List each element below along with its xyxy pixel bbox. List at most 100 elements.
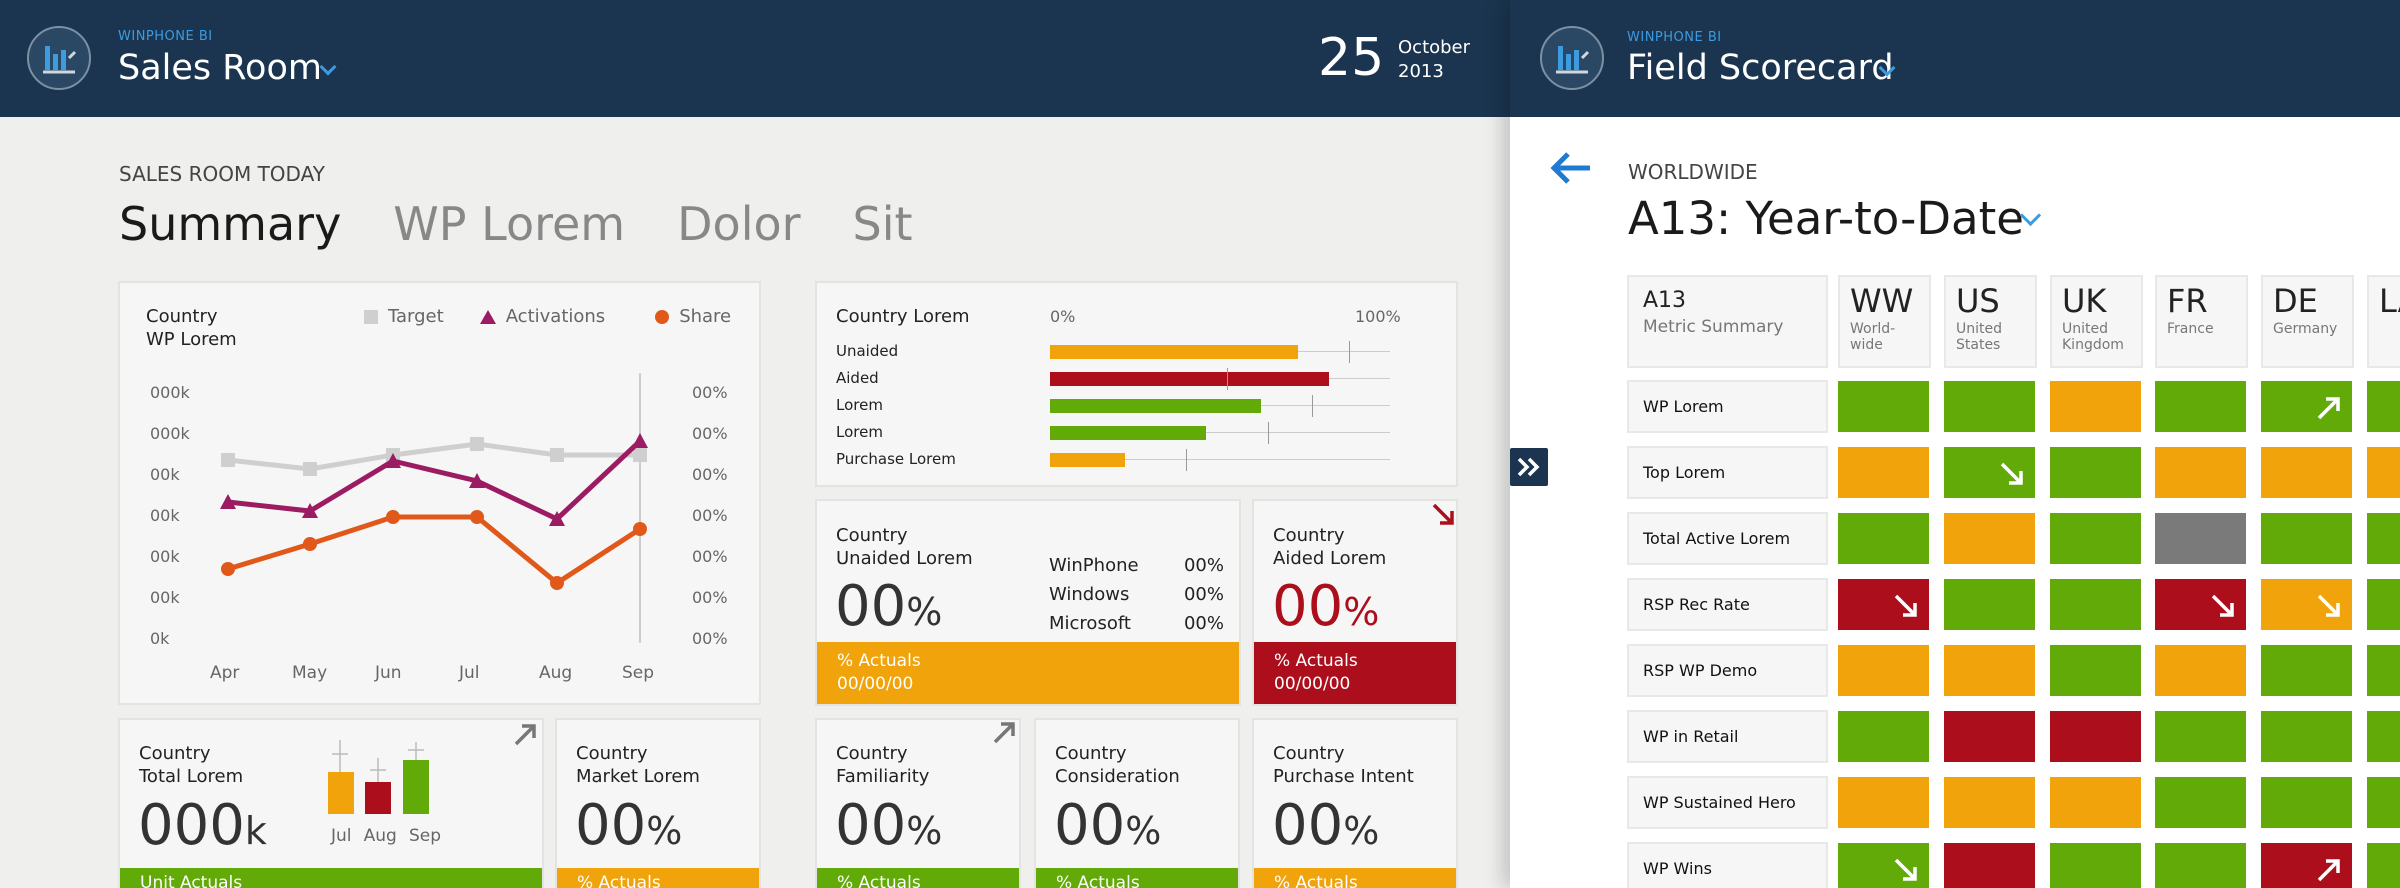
target-series-point[interactable] xyxy=(303,462,317,476)
scorecard-cell[interactable] xyxy=(1944,381,2035,432)
scorecard-row-label[interactable]: Top Lorem xyxy=(1627,446,1828,499)
scorecard-row-label[interactable]: RSP WP Demo xyxy=(1627,644,1828,697)
scorecard-cell[interactable] xyxy=(2367,579,2400,630)
scorecard-cell[interactable] xyxy=(1944,579,2035,630)
scorecard-cell[interactable] xyxy=(2261,579,2352,630)
kpi-card[interactable]: Country Consideration 00% % Actuals xyxy=(1034,718,1240,888)
kpi-card[interactable]: Country Market Lorem 00% % Actuals xyxy=(555,718,761,888)
bar-fill[interactable] xyxy=(1050,345,1298,359)
chevron-down-icon[interactable] xyxy=(319,58,337,76)
scorecard-cell[interactable] xyxy=(1838,645,1929,696)
share-series-point[interactable] xyxy=(386,510,400,524)
tab-summary[interactable]: Summary xyxy=(119,197,341,251)
scorecard-cell[interactable] xyxy=(2261,513,2352,564)
scorecard-cell[interactable] xyxy=(1838,579,1929,630)
scorecard-cell[interactable] xyxy=(1838,777,1929,828)
scorecard-cell[interactable] xyxy=(1944,513,2035,564)
activations-series-point[interactable] xyxy=(632,433,648,448)
tab-dolor[interactable]: Dolor xyxy=(677,197,800,251)
scorecard-cell[interactable] xyxy=(1838,711,1929,762)
scorecard-cell[interactable] xyxy=(2367,711,2400,762)
target-series-point[interactable] xyxy=(470,437,484,451)
scorecard-cell[interactable] xyxy=(2367,645,2400,696)
scorecard-cell[interactable] xyxy=(2050,381,2141,432)
scorecard-cell[interactable] xyxy=(1944,843,2035,888)
scorecard-cell[interactable] xyxy=(2155,711,2246,762)
scorecard-cell[interactable] xyxy=(2155,843,2246,888)
scorecard-cell[interactable] xyxy=(2261,777,2352,828)
scorecard-row-label[interactable]: WP Sustained Hero xyxy=(1627,776,1828,829)
scorecard-cell[interactable] xyxy=(2261,711,2352,762)
scorecard-cell[interactable] xyxy=(2050,711,2141,762)
country-lorem-card[interactable]: Country Lorem 0% 100% Unaided Aided Lorem L… xyxy=(815,281,1458,487)
scorecard-cell[interactable] xyxy=(1838,447,1929,498)
share-series-point[interactable] xyxy=(221,562,235,576)
scorecard-cell[interactable] xyxy=(2261,843,2352,888)
kpi-card[interactable]: Country Purchase Intent 00% % Actuals xyxy=(1252,718,1458,888)
tab-wp-lorem[interactable]: WP Lorem xyxy=(393,197,625,251)
app-title[interactable]: Field Scorecard xyxy=(1627,48,1894,88)
bar-fill[interactable] xyxy=(1050,372,1329,386)
scorecard-cell[interactable] xyxy=(2367,447,2400,498)
scorecard-cell[interactable] xyxy=(2050,579,2141,630)
share-series-point[interactable] xyxy=(550,576,564,590)
share-series-point[interactable] xyxy=(470,510,484,524)
bar-chart-logo-icon[interactable] xyxy=(27,26,91,90)
scorecard-cell[interactable] xyxy=(1838,381,1929,432)
scorecard-cell[interactable] xyxy=(1944,645,2035,696)
share-series-point[interactable] xyxy=(303,537,317,551)
scorecard-cell[interactable] xyxy=(1838,513,1929,564)
scorecard-cell[interactable] xyxy=(2261,447,2352,498)
unaided-lorem-card[interactable]: Country Unaided Lorem 00% WinPhone 00% Wi… xyxy=(815,499,1241,706)
bar-fill[interactable] xyxy=(1050,399,1261,413)
bar-chart-logo-icon[interactable] xyxy=(1540,26,1604,90)
scorecard-cell[interactable] xyxy=(1944,711,2035,762)
scorecard-row-label[interactable]: Total Active Lorem xyxy=(1627,512,1828,565)
scorecard-cell[interactable] xyxy=(2155,447,2246,498)
scorecard-row-label[interactable]: WP Wins xyxy=(1627,842,1828,888)
scorecard-cell[interactable] xyxy=(2367,777,2400,828)
line-chart-card[interactable]: Country WP Lorem Target Activations Shar… xyxy=(118,281,761,705)
scorecard-cell[interactable] xyxy=(2261,381,2352,432)
target-series-point[interactable] xyxy=(221,453,235,467)
back-arrow-icon[interactable] xyxy=(1548,148,1594,188)
expand-panel-button[interactable] xyxy=(1510,448,1548,486)
scorecard-row-label[interactable]: WP Lorem xyxy=(1627,380,1828,433)
bar-fill[interactable] xyxy=(1050,426,1206,440)
scorecard-column-ww[interactable]: WW World-wide xyxy=(1838,275,1931,368)
scorecard-column-la[interactable]: LA xyxy=(2367,275,2400,368)
scorecard-cell[interactable] xyxy=(2367,381,2400,432)
scorecard-column-fr[interactable]: FR France xyxy=(2155,275,2248,368)
scorecard-cell[interactable] xyxy=(2050,843,2141,888)
aided-lorem-card[interactable]: Country Aided Lorem 00% % Actuals 00/00/… xyxy=(1252,499,1458,706)
scorecard-cell[interactable] xyxy=(2155,381,2246,432)
scorecard-cell[interactable] xyxy=(2050,447,2141,498)
scorecard-cell[interactable] xyxy=(2050,645,2141,696)
bar-fill[interactable] xyxy=(1050,453,1125,467)
scorecard-cell[interactable] xyxy=(2050,777,2141,828)
scorecard-column-us[interactable]: US United States xyxy=(1944,275,2037,368)
scorecard-cell[interactable] xyxy=(2155,579,2246,630)
share-series-point[interactable] xyxy=(633,522,647,536)
scorecard-cell[interactable] xyxy=(2261,645,2352,696)
scorecard-cell[interactable] xyxy=(1944,777,2035,828)
total-title-2: Total Lorem xyxy=(139,766,244,787)
scorecard-row-label[interactable]: RSP Rec Rate xyxy=(1627,578,1828,631)
scorecard-column-de[interactable]: DE Germany xyxy=(2261,275,2354,368)
scorecard-cell[interactable] xyxy=(2155,777,2246,828)
scorecard-cell[interactable] xyxy=(2155,645,2246,696)
scorecard-cell[interactable] xyxy=(2050,513,2141,564)
scorecard-cell[interactable] xyxy=(1944,447,2035,498)
scorecard-cell[interactable] xyxy=(2367,513,2400,564)
scorecard-cell[interactable] xyxy=(2155,513,2246,564)
target-series-point[interactable] xyxy=(550,448,564,462)
period-title[interactable]: A13: Year-to-Date xyxy=(1628,192,2024,245)
tab-sit[interactable]: Sit xyxy=(853,197,913,251)
total-lorem-card[interactable]: Country Total Lorem 000k Jul Aug Sep Uni… xyxy=(118,718,544,888)
scorecard-cell[interactable] xyxy=(1838,843,1929,888)
scorecard-column-uk[interactable]: UK United Kingdom xyxy=(2050,275,2143,368)
app-title[interactable]: Sales Room xyxy=(118,48,322,88)
target-series-point[interactable] xyxy=(633,448,647,462)
scorecard-row-label[interactable]: WP in Retail xyxy=(1627,710,1828,763)
scorecard-cell[interactable] xyxy=(2367,843,2400,888)
